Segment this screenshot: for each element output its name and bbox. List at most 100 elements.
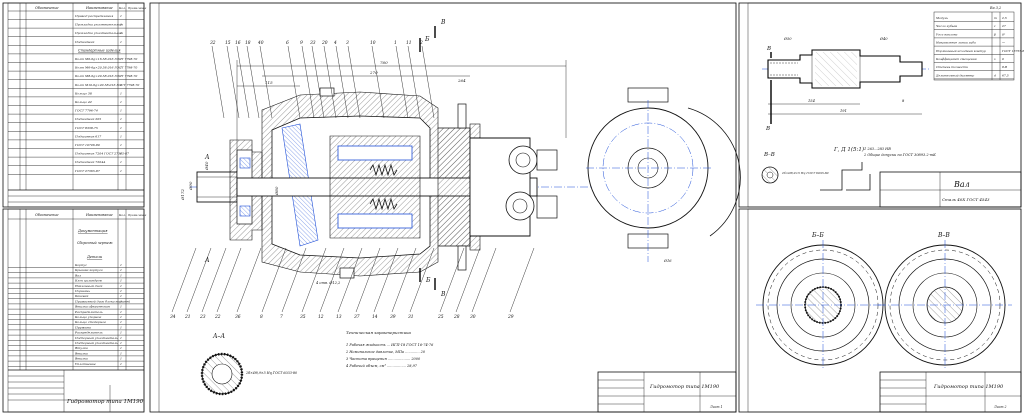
shaft-param-symbol: β [993, 32, 996, 36]
dim-d9: 4 отв. Ø12,2 [315, 280, 341, 285]
shaft-material: Сталь 40Х ГОСТ 4543 [942, 197, 990, 202]
shaft-dim-d5: Ø40 [879, 36, 888, 41]
spec2-qty: 1 [120, 273, 122, 277]
section-vv-label: В–В [937, 232, 950, 239]
spec2-row: Подпорный уплотнитель [74, 341, 118, 345]
spec1-row: Болт М6-6g×16.58.016 ГОСТ 7798-70 [74, 57, 137, 61]
callout-label: 4 [333, 41, 337, 46]
spec2-row: Поршень [74, 289, 90, 293]
shaft-note-2: 2 Общие допуски по ГОСТ 30893.2-mК [863, 153, 936, 157]
spec1-row: ГОСТ 7796-74 [74, 109, 98, 113]
callout-label: 35 [300, 315, 306, 320]
spec2-col-note: Приме-чание [127, 213, 147, 217]
spec2-title: Гидромотор типа 1М190 [66, 399, 144, 405]
spec1-rows: Привод распределения 1 Прокладка уплотните… [8, 14, 144, 175]
shaft-param-value: ГОСТ 13755-81 [1001, 49, 1024, 53]
piston-top [337, 145, 413, 161]
shaft-param-value: 27 [1001, 24, 1006, 28]
spec1-qty: 1 [120, 57, 122, 61]
flange-bolt-top [457, 103, 467, 129]
spec2-row: Пружина [74, 325, 91, 329]
spec1-row: Болт М6-6g×20.58.016 ГОСТ 7798-70 [74, 66, 137, 70]
spec2-section-parts: Детали [86, 255, 103, 259]
shaft-dim-l3: 8 [902, 99, 905, 103]
shaft-param-value: — [1002, 41, 1005, 45]
tech-title: Техническая характеристика [346, 330, 412, 335]
shaft-part-name: Вал [953, 180, 970, 189]
callout-label: 25 [437, 315, 444, 320]
shaft-param-name: Направление линии зуба [935, 41, 976, 45]
section-b-top: Б [424, 36, 430, 43]
spec2-row: Кольцо стопорное [74, 320, 106, 324]
spec1-qty: 1 [120, 91, 122, 95]
spec-sheet-2: Обозначение Наименование Кол. Приме-чани… [8, 209, 147, 412]
spec2-qty: 1 [120, 289, 122, 293]
spec1-qty: 1 [120, 14, 122, 18]
shaft-param-name: Модуль [935, 16, 948, 20]
callout-label: 34 [170, 315, 176, 320]
spec2-qty: 1 [120, 294, 122, 298]
rear-cover [437, 127, 471, 247]
callout-label: 31 [408, 315, 414, 320]
callout-label: 1 [394, 41, 397, 46]
spec1-row: Подшипник 7204А [74, 160, 106, 164]
spec-sheet-1: Обозначение Наименование Кол. Приме-чани… [8, 3, 147, 203]
spec2-rows: Корпус 1 Крышка корпуса 1 Вал 1 Блок цилиндров… [8, 263, 144, 367]
spec2-row: Втулка [74, 357, 88, 361]
spec2-row: Подпорный уплотнитель [74, 336, 118, 340]
shaft-params: Модуль m 2,5 Число зубьев z 27 Угол наклона β 0°… [934, 16, 1024, 80]
callout-label: 39 [390, 315, 396, 320]
spec2-qty: 1 [120, 299, 122, 303]
dim-d10: Ø16 [663, 258, 672, 263]
section-v-top: В [440, 19, 446, 26]
dim-d5: Ø172 [180, 189, 185, 201]
callout-label: 6 [286, 41, 289, 46]
tech-line-1: 1 Рабочая жидкость ... ИГП-18 ГОСТ 16-74… [346, 343, 434, 347]
spec2-row: Блок цилиндров [74, 279, 102, 283]
spec1-qty: 1 [120, 134, 122, 138]
spec2-col-qty: Кол. [118, 213, 126, 217]
drawing-svg: Обозначение Наименование Кол. Приме-чани… [2, 2, 1024, 413]
spec1-row: Подшипник [74, 40, 94, 44]
section-v-bottom: В [440, 291, 446, 298]
spec1-qty: 1 [120, 117, 122, 121]
spec2-doc-item: Сборочный чертеж [77, 241, 113, 245]
callout-label: 3 [346, 41, 349, 46]
shaft-section-v-top: В [766, 46, 771, 52]
callout-label: 32 [210, 41, 216, 46]
spec1-row: Прокладка уплотнительная [74, 23, 123, 27]
section-b-bottom: Б [425, 277, 431, 284]
spec2-qty: 1 [120, 351, 122, 355]
shaft-dim-d4: Ø50 [783, 36, 792, 41]
callout-label: 22 [214, 315, 221, 320]
spec2-qty: 1 [120, 315, 122, 319]
spec1-row: Подшипник 617 [74, 134, 101, 138]
spec2-qty: 1 [120, 263, 122, 267]
callout-label: 18 [245, 41, 251, 46]
spec2-qty: 1 [120, 279, 122, 283]
spec1-row: Привод распределения [74, 14, 113, 18]
spec1-row: ГОСТ 10706-80 [74, 143, 100, 147]
piston-bottom [337, 213, 413, 229]
spec2-qty: 1 [120, 268, 122, 272]
shaft-param-symbol: x [994, 57, 996, 61]
spec2-row: Втулка [74, 346, 88, 350]
callout-label: 29 [507, 315, 514, 320]
shaft-param-value: 8-В [1002, 65, 1008, 69]
spec2-title-text: Гидромотор типа 1М190 [66, 399, 144, 405]
callout-label: 7 [280, 315, 283, 320]
dim-d7: Ø40 [204, 161, 209, 171]
callout-label: 23 [199, 315, 206, 320]
spec1-col-qty: Кол. [118, 6, 126, 10]
sections-sheet: Б–Б В–В Гидромотор типа 1М190 Лист 2 [756, 232, 1022, 413]
spec2-qty: 1 [120, 325, 122, 329]
spec1-row: Стандартные изделия [78, 48, 120, 52]
section-a-top: А [204, 154, 210, 161]
callout-label: 11 [406, 41, 412, 46]
spec1-row: Кольцо 42 [74, 100, 92, 104]
shaft-section-vv-label: В–В [763, 152, 775, 158]
callout-label: 36 [235, 315, 241, 320]
spec1-qty: 1 [120, 74, 122, 78]
spec2-qty: 1 [120, 357, 122, 361]
spec1-row: Подшипник 205 [74, 117, 101, 121]
